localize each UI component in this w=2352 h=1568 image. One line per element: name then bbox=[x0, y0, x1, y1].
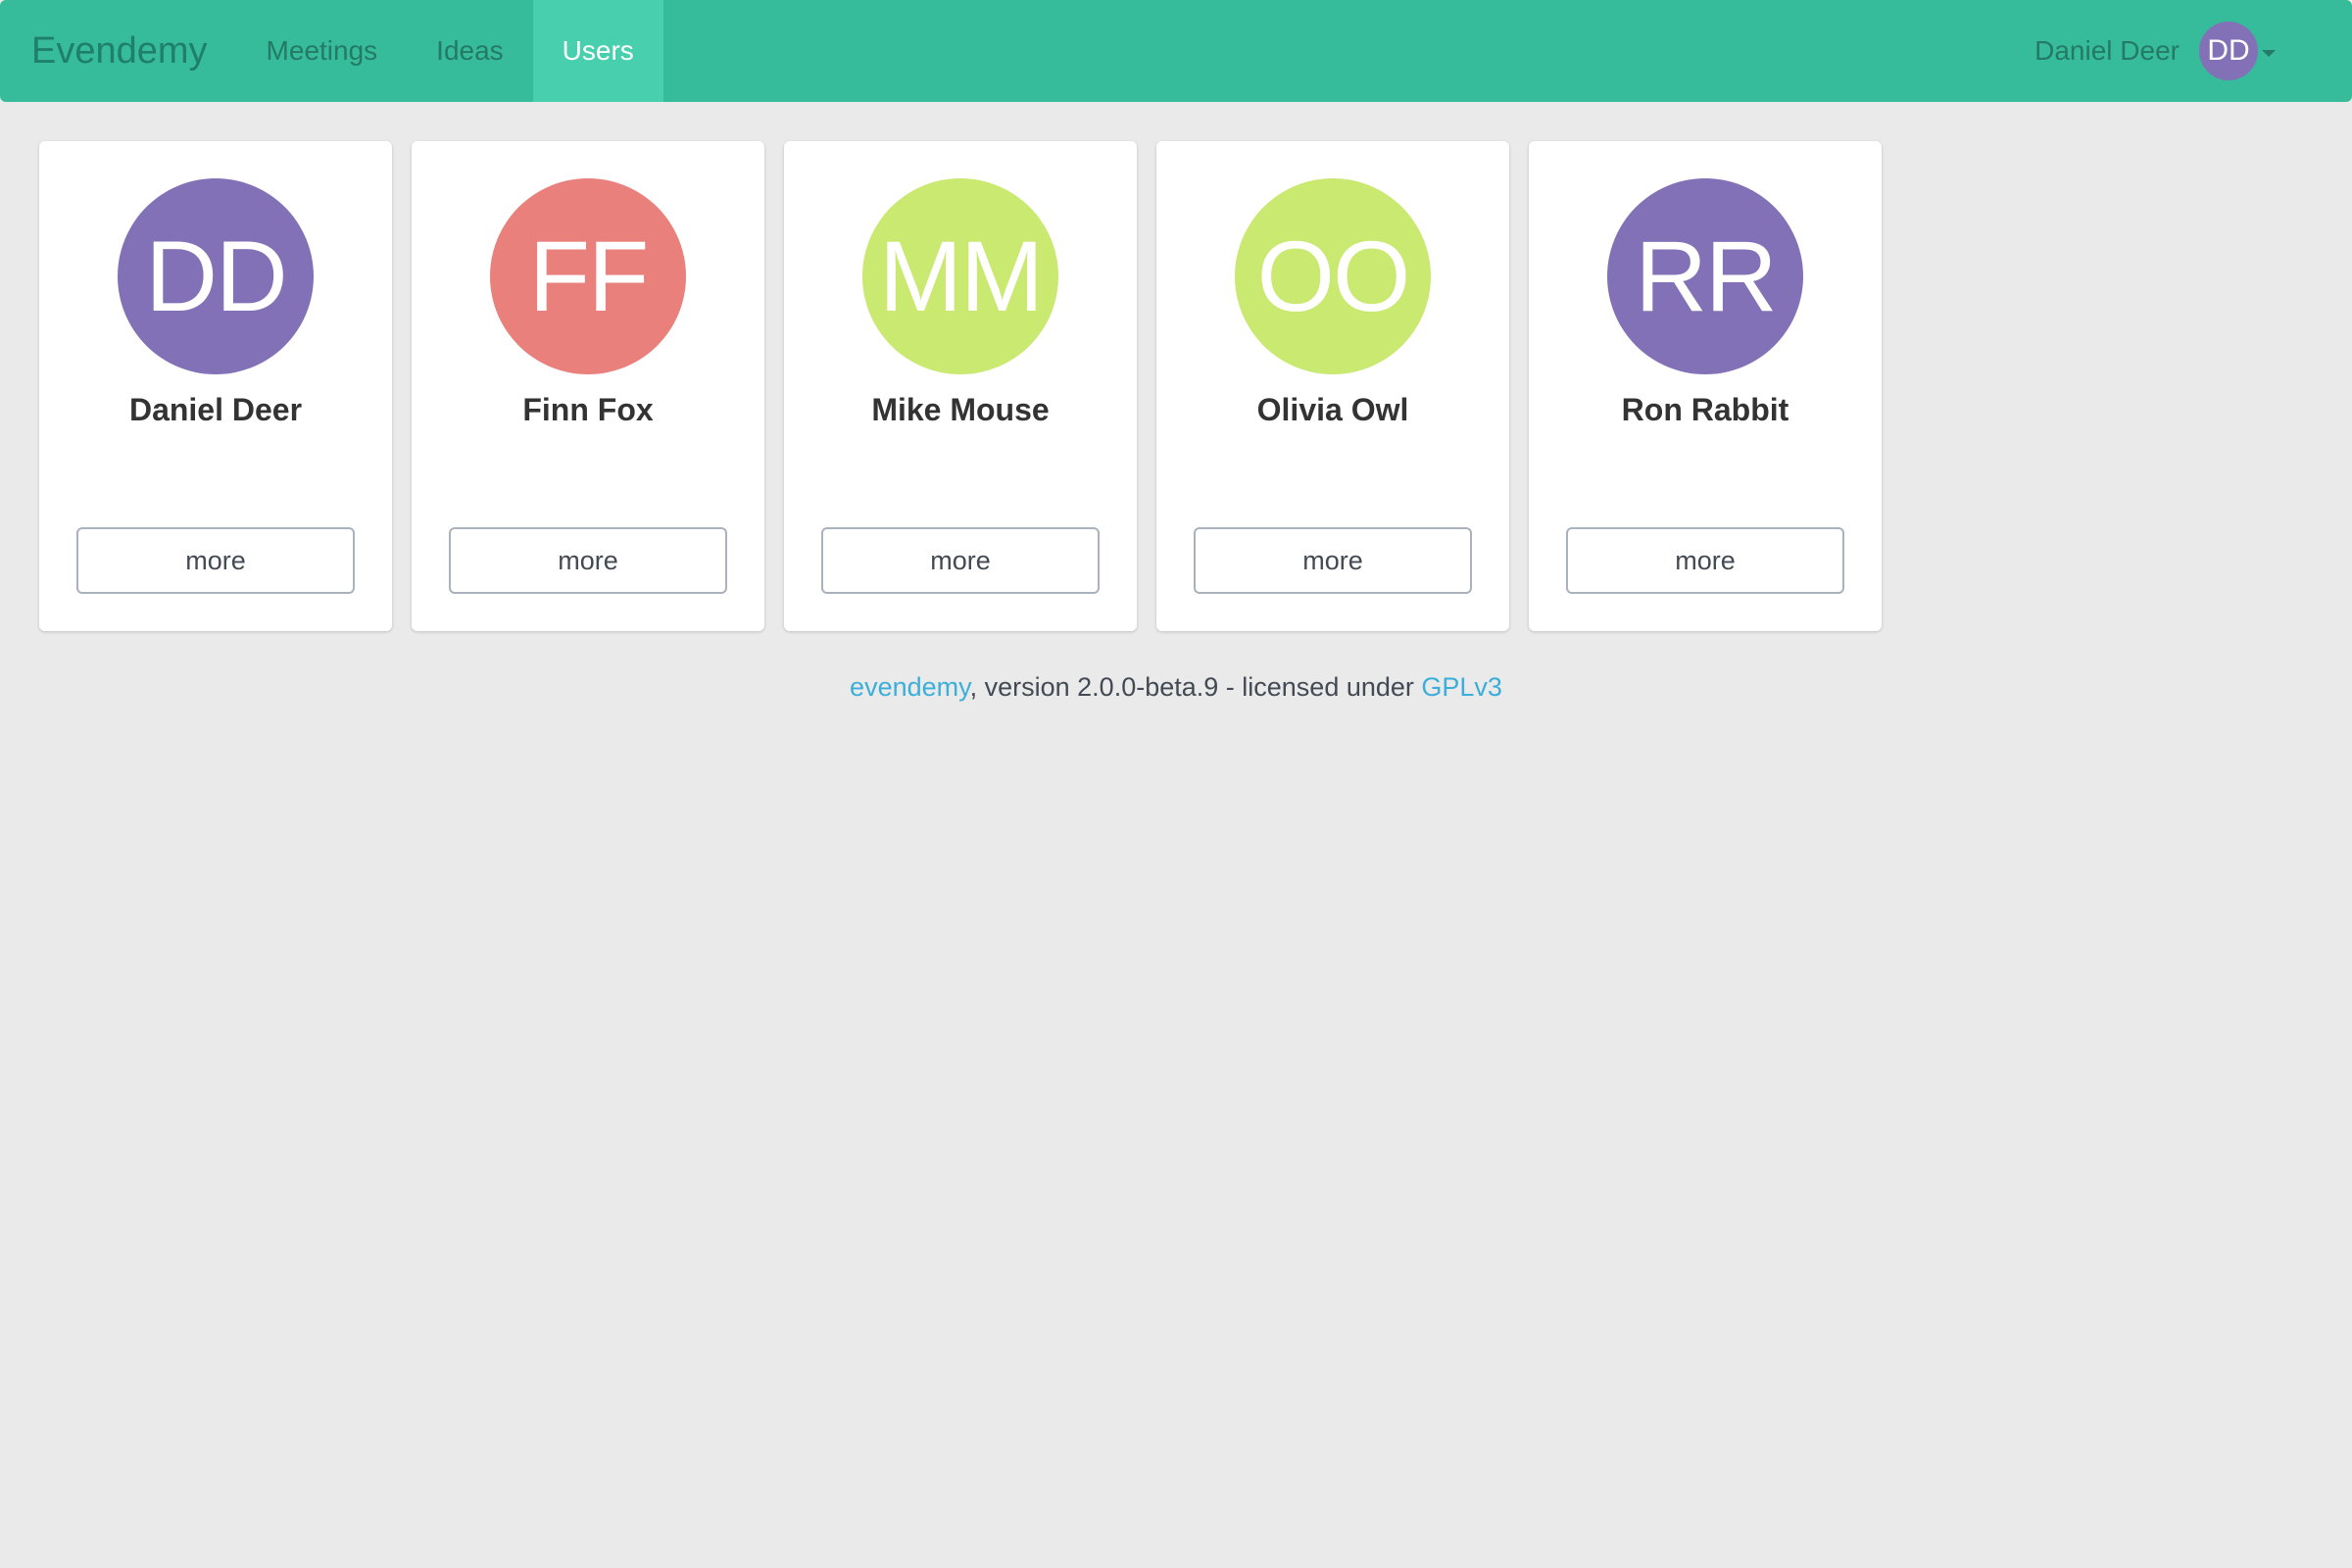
user-card: FF Finn Fox more bbox=[412, 141, 764, 631]
more-button[interactable]: more bbox=[821, 527, 1100, 594]
user-card: RR Ron Rabbit more bbox=[1529, 141, 1882, 631]
user-avatar: MM bbox=[862, 178, 1058, 374]
user-avatar: DD bbox=[118, 178, 314, 374]
user-avatar: FF bbox=[490, 178, 686, 374]
user-avatar: OO bbox=[1235, 178, 1431, 374]
more-button[interactable]: more bbox=[76, 527, 355, 594]
page-footer: evendemy, version 2.0.0-beta.9 - license… bbox=[0, 672, 2352, 703]
current-user-avatar: DD bbox=[2199, 22, 2258, 80]
user-avatar: RR bbox=[1607, 178, 1803, 374]
top-navbar: Evendemy Meetings Ideas Users Daniel Dee… bbox=[0, 0, 2352, 102]
user-name: Olivia Owl bbox=[1256, 392, 1409, 427]
user-menu-dropdown[interactable]: Daniel Deer DD bbox=[2034, 0, 2276, 102]
more-button[interactable]: more bbox=[1194, 527, 1472, 594]
nav-link-users[interactable]: Users bbox=[532, 0, 663, 102]
brand-logo[interactable]: Evendemy bbox=[0, 0, 237, 102]
user-name: Ron Rabbit bbox=[1621, 392, 1789, 427]
user-cards-grid: DD Daniel Deer more FF Finn Fox more MM … bbox=[39, 141, 1882, 631]
footer-version-text: , version 2.0.0-beta.9 - licensed under bbox=[969, 672, 1422, 702]
nav-link-meetings[interactable]: Meetings bbox=[237, 0, 408, 102]
current-user-name: Daniel Deer bbox=[2034, 35, 2180, 66]
more-button[interactable]: more bbox=[449, 527, 727, 594]
user-name: Finn Fox bbox=[522, 392, 654, 427]
user-card: DD Daniel Deer more bbox=[39, 141, 392, 631]
evendemy-link[interactable]: evendemy bbox=[850, 672, 970, 702]
user-name: Mike Mouse bbox=[871, 392, 1050, 427]
license-link[interactable]: GPLv3 bbox=[1421, 672, 1502, 702]
nav-links: Meetings Ideas Users bbox=[237, 0, 663, 102]
caret-down-icon bbox=[2262, 49, 2276, 57]
more-button[interactable]: more bbox=[1566, 527, 1844, 594]
user-card: MM Mike Mouse more bbox=[784, 141, 1137, 631]
nav-link-ideas[interactable]: Ideas bbox=[407, 0, 533, 102]
user-card: OO Olivia Owl more bbox=[1156, 141, 1509, 631]
user-name: Daniel Deer bbox=[128, 392, 303, 427]
